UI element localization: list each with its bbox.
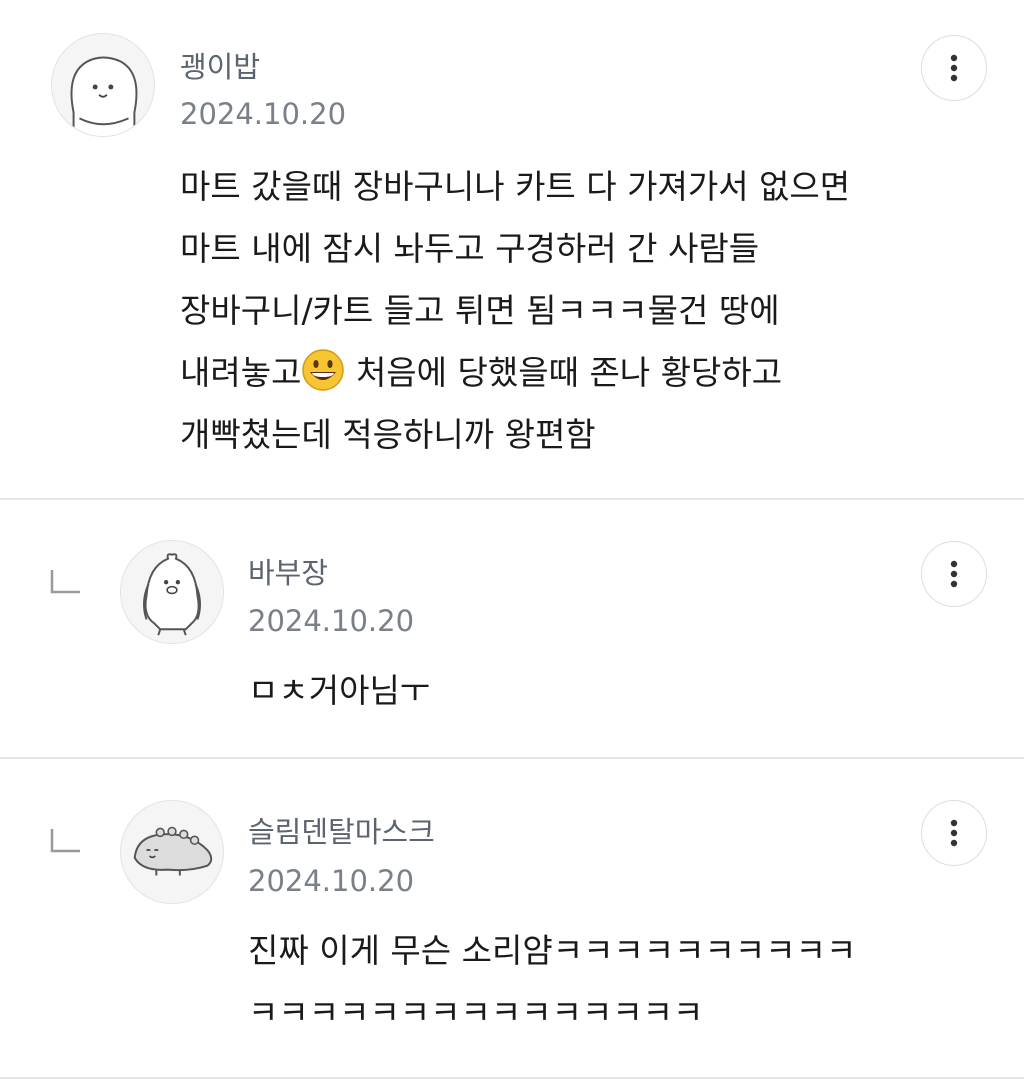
reply-corner-icon xyxy=(50,570,80,594)
comment-line: 장바구니/카트 들고 튀면 됨ㅋㅋㅋ물건 땅에 xyxy=(180,291,780,330)
nickname[interactable]: 슬림덴탈마스크 xyxy=(248,818,435,847)
cat-character-icon xyxy=(52,34,154,136)
more-options-button[interactable] xyxy=(921,800,987,866)
more-vertical-icon xyxy=(950,819,958,847)
comment-line: 개빡쳤는데 적응하니까 왕편함 xyxy=(180,415,596,454)
more-vertical-icon xyxy=(950,54,958,82)
comment-item: 괭이밥 2024.10.20 마트 갔을때 장바구니나 카트 다 가져가서 없으… xyxy=(0,0,1024,500)
comment-date: 2024.10.20 xyxy=(180,97,347,131)
comment-date: 2024.10.20 xyxy=(248,864,415,898)
reply-item: 슬림덴탈마스크 2024.10.20 진짜 이게 무슨 소리얌ㅋㅋㅋㅋㅋㅋㅋㅋㅋ… xyxy=(0,759,1024,1079)
nickname[interactable]: 괭이밥 xyxy=(180,53,260,82)
nickname[interactable]: 바부장 xyxy=(248,559,328,588)
comment-line: 진짜 이게 무슨 소리얌ㅋㅋㅋㅋㅋㅋㅋㅋㅋㅋ xyxy=(248,931,857,970)
comment-line: ㅋㅋㅋㅋㅋㅋㅋㅋㅋㅋㅋㅋㅋㅋㅋ xyxy=(248,993,704,1032)
comment-text: ㅁㅊ거아님ㅜ xyxy=(248,660,430,722)
avatar[interactable] xyxy=(51,33,155,137)
comment-line: ㅁㅊ거아님ㅜ xyxy=(248,671,431,710)
comment-text: 진짜 이게 무슨 소리얌ㅋㅋㅋㅋㅋㅋㅋㅋㅋㅋ ㅋㅋㅋㅋㅋㅋㅋㅋㅋㅋㅋㅋㅋㅋㅋ xyxy=(248,920,856,1044)
reply-corner-icon xyxy=(50,829,80,853)
more-options-button[interactable] xyxy=(921,541,987,607)
dinosaur-character-icon xyxy=(121,801,223,903)
reply-item: 바부장 2024.10.20 ㅁㅊ거아님ㅜ xyxy=(0,500,1024,759)
comment-date: 2024.10.20 xyxy=(248,604,415,638)
more-options-button[interactable] xyxy=(921,35,987,101)
comment-line: 내려놓고 처음에 당했을때 존나 황당하고 xyxy=(180,342,850,404)
comment-text: 마트 갔을때 장바구니나 카트 다 가져가서 없으면 마트 내에 잠시 놔두고 … xyxy=(180,156,850,466)
comment-line: 마트 내에 잠시 놔두고 구경하러 간 사람들 xyxy=(180,229,760,268)
comment-line-part: 처음에 당했을때 존나 황당하고 xyxy=(345,353,783,392)
comment-line-part: 내려놓고 xyxy=(180,353,302,392)
avatar[interactable] xyxy=(120,800,224,904)
penguin-character-icon xyxy=(121,541,223,643)
more-vertical-icon xyxy=(950,560,958,588)
grinning-face-emoji xyxy=(302,349,345,391)
avatar[interactable] xyxy=(120,540,224,644)
comment-line: 마트 갔을때 장바구니나 카트 다 가져가서 없으면 xyxy=(180,167,851,206)
